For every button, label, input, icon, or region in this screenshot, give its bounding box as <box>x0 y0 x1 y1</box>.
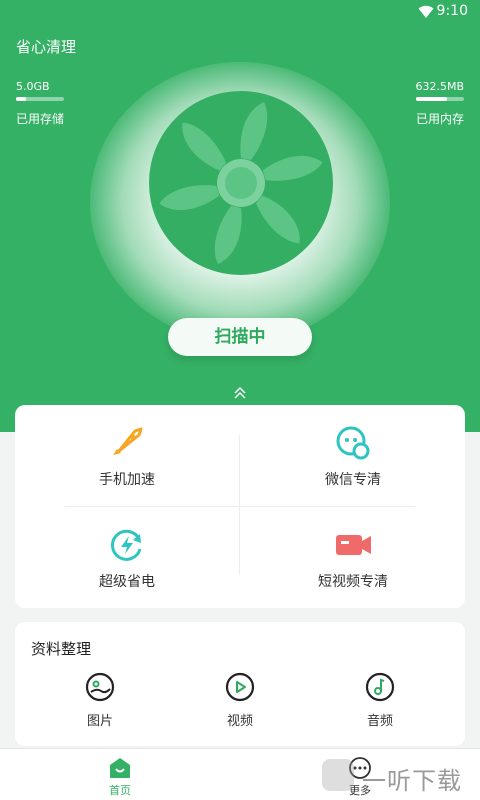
watermark-text: 一听下载 <box>362 767 462 795</box>
wifi-icon <box>418 5 434 18</box>
watermark: 一听下载 <box>318 750 480 800</box>
file-category-videos[interactable]: 视频 <box>200 672 280 729</box>
memory-value: 632.5MB <box>415 80 464 93</box>
tool-label: 微信专清 <box>325 472 381 488</box>
memory-label: 已用内存 <box>415 112 464 126</box>
file-category-label: 视频 <box>226 714 253 729</box>
file-category-label: 音频 <box>366 714 393 729</box>
tool-short-video-clean[interactable]: 短视频专清 <box>253 507 453 597</box>
files-card: 资料整理 图片 视频 音频 <box>15 622 465 746</box>
tools-card: 手机加速 微信专清 超级省电 短视频专清 <box>15 405 465 608</box>
watermark-logo <box>322 759 354 791</box>
divider <box>239 435 240 575</box>
status-bar: 9:10 <box>0 0 480 24</box>
battery-refresh-icon <box>111 529 142 561</box>
tool-label: 短视频专清 <box>318 574 388 590</box>
file-category-audio[interactable]: 音频 <box>340 672 420 729</box>
fan-icon <box>149 91 333 275</box>
memory-bar-fill <box>416 97 448 101</box>
file-category-label: 图片 <box>86 714 113 729</box>
picture-icon <box>85 672 115 702</box>
home-icon <box>110 758 130 778</box>
wechat-icon <box>336 426 370 460</box>
file-category-pictures[interactable]: 图片 <box>60 672 140 729</box>
tool-super-power-save[interactable]: 超级省电 <box>27 507 227 597</box>
tool-phone-speedup[interactable]: 手机加速 <box>27 405 227 495</box>
chevron-up-icon[interactable] <box>232 386 248 400</box>
music-icon <box>365 672 395 702</box>
rocket-icon <box>113 427 143 455</box>
nav-label: 首页 <box>109 784 131 797</box>
nav-item-home[interactable]: 首页 <box>90 757 150 798</box>
storage-bar-fill <box>16 97 26 101</box>
tool-label: 超级省电 <box>99 574 155 590</box>
memory-bar <box>416 97 464 101</box>
tool-wechat-clean[interactable]: 微信专清 <box>253 405 453 495</box>
memory-stat: 632.5MB 已用内存 <box>415 80 464 127</box>
scan-button[interactable]: 扫描中 <box>168 318 312 356</box>
storage-stat: 5.0GB 已用存储 <box>16 80 64 127</box>
storage-label: 已用存储 <box>16 112 65 126</box>
storage-value: 5.0GB <box>16 80 50 93</box>
app-title: 省心清理 <box>16 38 77 56</box>
tool-label: 手机加速 <box>99 472 155 488</box>
status-time: 9:10 <box>436 3 468 19</box>
play-icon <box>225 672 255 702</box>
storage-bar <box>16 97 64 101</box>
files-title: 资料整理 <box>31 640 92 658</box>
video-camera-icon <box>336 535 371 555</box>
